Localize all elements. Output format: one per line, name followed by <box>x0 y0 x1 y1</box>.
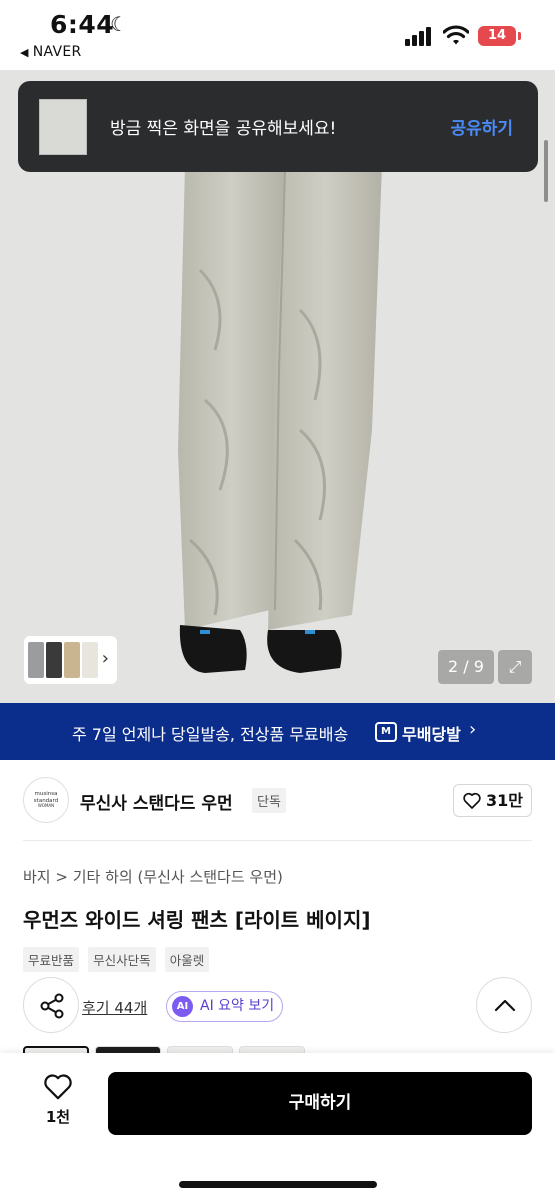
brand-logo-line3: WOMAN <box>37 803 55 809</box>
heart-icon <box>44 1074 72 1100</box>
chevron-up-icon <box>494 999 516 1012</box>
ai-summary-label: AI 요약 보기 <box>200 998 275 1014</box>
battery-indicator: 14 <box>478 26 521 46</box>
breadcrumb[interactable]: 바지 > 기타 하의 (무신사 스탠다드 우먼) <box>23 866 283 887</box>
share-icon <box>40 993 64 1019</box>
thumb-beige <box>64 642 80 678</box>
thumb-light <box>82 642 98 678</box>
brand-name[interactable]: 무신사 스탠다드 우먼 <box>80 789 233 814</box>
brand-row[interactable]: musinsa standard WOMAN 무신사 스탠다드 우먼 단독 31… <box>0 760 555 840</box>
scroll-top-button[interactable] <box>476 977 532 1033</box>
ai-icon: AI <box>172 996 193 1017</box>
bottom-purchase-bar: 1천 구매하기 <box>0 1053 555 1200</box>
tag-exclusive: 무신사단독 <box>88 947 156 972</box>
tag-outlet: 아울렛 <box>164 947 210 972</box>
divider <box>23 840 532 841</box>
brand-logo-line1: musinsa <box>34 791 58 797</box>
back-to-app-link[interactable]: ◀ NAVER <box>20 44 82 60</box>
product-title: 우먼즈 와이드 셔링 팬츠 [라이트 베이지] <box>23 908 371 932</box>
share-toast: 방금 찍은 화면을 공유해보세요! 공유하기 <box>18 81 538 172</box>
wishlist-button[interactable]: 1천 <box>36 1073 80 1133</box>
wishlist-count: 1천 <box>45 1108 71 1126</box>
back-app-label: NAVER <box>32 44 82 60</box>
image-counter: 2 / 9 <box>438 650 494 684</box>
share-icon-button[interactable] <box>23 977 79 1033</box>
tag-free-return: 무료반품 <box>23 947 80 972</box>
thumb-black <box>46 642 62 678</box>
chevron-right-icon: › <box>469 719 477 740</box>
exclusive-badge: 단독 <box>252 788 286 813</box>
color-thumbnail-strip[interactable]: › <box>24 636 117 684</box>
brand-logo[interactable]: musinsa standard WOMAN <box>23 777 69 823</box>
home-indicator <box>179 1181 377 1188</box>
chevron-right-icon: › <box>101 648 109 669</box>
status-time: 6:44 <box>50 10 115 39</box>
thumb-gray <box>28 642 44 678</box>
banner-brand: 무배당발 <box>402 725 461 744</box>
reviews-link[interactable]: 후기 44개 <box>82 997 147 1018</box>
toast-message: 방금 찍은 화면을 공유해보세요! <box>110 119 337 139</box>
battery-level: 14 <box>487 28 507 43</box>
scrollbar[interactable] <box>544 140 548 202</box>
banner-text: 주 7일 언제나 당일발송, 전상품 무료배송 <box>72 725 349 744</box>
status-bar: 6:44 ☾ ◀ NAVER 14 <box>0 0 555 70</box>
brand-like-button[interactable]: 31만 <box>453 784 532 817</box>
expand-icon[interactable]: ⤢ <box>498 650 532 684</box>
heart-icon <box>463 792 481 809</box>
delivery-banner[interactable]: 주 7일 언제나 당일발송, 전상품 무료배송 M 무배당발 › <box>0 703 555 760</box>
back-arrow-icon: ◀ <box>20 46 29 59</box>
moon-icon: ☾ <box>110 12 128 36</box>
delivery-logo-icon: M <box>375 722 397 742</box>
brand-like-count: 31만 <box>486 791 523 810</box>
wifi-icon <box>443 25 469 45</box>
product-tags: 무료반품 무신사단독 아울렛 <box>23 947 213 972</box>
share-button[interactable]: 공유하기 <box>450 114 513 139</box>
ai-summary-button[interactable]: AI AI 요약 보기 <box>166 991 283 1022</box>
screenshot-thumbnail[interactable] <box>39 99 87 155</box>
cellular-signal-icon <box>405 26 433 46</box>
buy-button[interactable]: 구매하기 <box>108 1072 532 1135</box>
